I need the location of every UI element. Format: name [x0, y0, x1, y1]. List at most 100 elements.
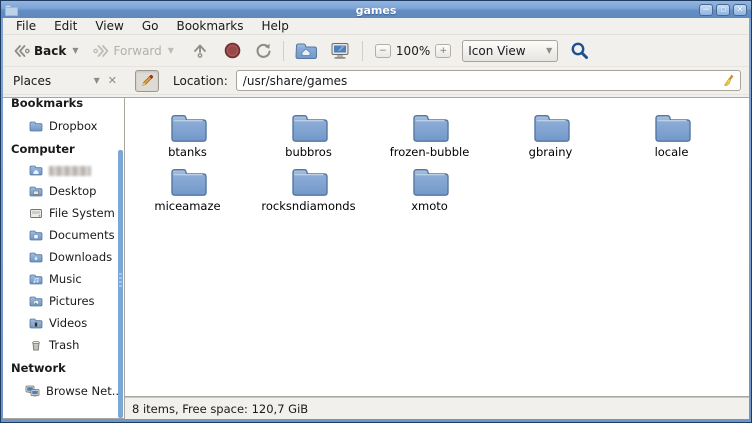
folder-icon: [290, 166, 328, 197]
menu-bookmarks[interactable]: Bookmarks: [167, 18, 252, 35]
places-label[interactable]: Places: [13, 74, 51, 88]
sidebar-item-home[interactable]: [3, 161, 124, 180]
toolbar: Back ▼ Forward ▼ − 100% +: [3, 35, 749, 67]
sidebar-item-browse-network[interactable]: Browse Net...: [3, 380, 124, 402]
reload-button[interactable]: [251, 39, 276, 62]
sidebar-item-trash[interactable]: Trash: [3, 334, 124, 356]
home-icon: [295, 42, 317, 59]
view-mode-value: Icon View: [468, 44, 540, 58]
up-button[interactable]: [188, 40, 212, 62]
back-label: Back: [34, 44, 66, 58]
search-icon: [570, 41, 589, 60]
sidebar-item-label: Downloads: [49, 250, 112, 264]
places-chevron-icon[interactable]: ▼: [94, 76, 100, 85]
sidebar-item-label: Music: [49, 272, 82, 286]
sidebar-header-computer: Computer: [3, 137, 124, 161]
clear-location-icon[interactable]: [722, 73, 737, 88]
places-close-icon[interactable]: ✕: [108, 74, 117, 87]
sidebar-item-desktop[interactable]: Desktop: [3, 180, 124, 202]
icon-view[interactable]: btanks bubbros frozen-bubble gbrainy: [125, 97, 749, 397]
file-folder-locale[interactable]: locale: [611, 110, 732, 159]
computer-icon: [329, 42, 351, 60]
file-folder-bubbros[interactable]: bubbros: [248, 110, 369, 159]
stop-button[interactable]: [220, 39, 245, 62]
forward-button[interactable]: Forward ▼: [89, 41, 178, 61]
edit-location-toggle[interactable]: [135, 70, 159, 92]
zoom-level: 100%: [396, 44, 430, 58]
folder-icon: [411, 166, 449, 197]
file-folder-rocksndiamonds[interactable]: rocksndiamonds: [248, 164, 369, 213]
combo-chevron-icon: ▼: [546, 46, 552, 55]
sidebar-header-bookmarks: Bookmarks: [3, 97, 124, 115]
forward-icon: [93, 44, 110, 58]
menu-file[interactable]: File: [7, 18, 45, 35]
downloads-folder-icon: [29, 252, 43, 263]
computer-button[interactable]: [325, 39, 355, 63]
view-mode-select[interactable]: Icon View ▼: [462, 40, 558, 62]
toolbar-separator: [283, 41, 284, 61]
desktop-folder-icon: [29, 186, 43, 197]
menu-edit[interactable]: Edit: [45, 18, 86, 35]
menu-view[interactable]: View: [86, 18, 132, 35]
sidebar-item-dropbox[interactable]: Dropbox: [3, 115, 124, 137]
sidebar-item-music[interactable]: Music: [3, 268, 124, 290]
search-button[interactable]: [566, 38, 593, 63]
folder-icon: [169, 112, 207, 143]
sidebar-scrollbar[interactable]: [118, 150, 123, 418]
file-folder-miceamaze[interactable]: miceamaze: [127, 164, 248, 213]
back-button[interactable]: Back ▼: [9, 41, 83, 61]
places-sidebar: Bookmarks Dropbox Computer Desktop File: [3, 97, 125, 419]
status-bar: 8 items, Free space: 120,7 GiB: [125, 397, 749, 419]
pictures-folder-icon: [29, 296, 43, 307]
stop-icon: [224, 42, 241, 59]
file-folder-btanks[interactable]: btanks: [127, 110, 248, 159]
sidebar-item-downloads[interactable]: Downloads: [3, 246, 124, 268]
back-chevron-icon[interactable]: ▼: [72, 46, 78, 55]
file-label: gbrainy: [529, 145, 573, 159]
sidebar-item-file-system[interactable]: File System: [3, 202, 124, 224]
folder-icon: [29, 121, 43, 132]
file-label: bubbros: [285, 145, 332, 159]
videos-folder-icon: [29, 318, 43, 329]
trash-icon: [29, 340, 43, 351]
drive-icon: [29, 208, 43, 219]
forward-chevron-icon[interactable]: ▼: [168, 46, 174, 55]
file-folder-gbrainy[interactable]: gbrainy: [490, 110, 611, 159]
folder-icon: [290, 112, 328, 143]
sidebar-item-videos[interactable]: Videos: [3, 312, 124, 334]
file-label: rocksndiamonds: [261, 199, 355, 213]
network-icon: [25, 385, 40, 397]
sidebar-item-pictures[interactable]: Pictures: [3, 290, 124, 312]
title-bar: games − ▫ ✕: [1, 1, 751, 18]
pencil-icon: [140, 74, 154, 88]
window-title: games: [1, 4, 751, 17]
location-input[interactable]: [236, 70, 741, 91]
sidebar-item-label: Documents: [49, 228, 115, 242]
places-header: Places ▼ ✕: [3, 74, 123, 88]
music-folder-icon: [29, 274, 43, 285]
file-label: miceamaze: [154, 199, 220, 213]
zoom-in-button[interactable]: +: [435, 44, 451, 58]
location-bar: Places ▼ ✕ Location:: [3, 67, 749, 95]
window-body: Bookmarks Dropbox Computer Desktop File: [3, 95, 749, 419]
file-label: xmoto: [411, 199, 448, 213]
forward-label: Forward: [114, 44, 162, 58]
file-folder-frozen-bubble[interactable]: frozen-bubble: [369, 110, 490, 159]
status-text: 8 items, Free space: 120,7 GiB: [132, 402, 308, 416]
sidebar-item-label: File System: [49, 206, 115, 220]
redacted-username: [49, 166, 91, 176]
sidebar-item-label: Pictures: [49, 294, 95, 308]
back-icon: [13, 44, 30, 58]
home-button[interactable]: [291, 39, 321, 62]
zoom-out-button[interactable]: −: [375, 44, 391, 58]
menu-go[interactable]: Go: [133, 18, 168, 35]
sidebar-item-label: Videos: [49, 316, 87, 330]
sidebar-item-documents[interactable]: Documents: [3, 224, 124, 246]
documents-folder-icon: [29, 230, 43, 241]
toolbar-separator: [362, 41, 363, 61]
file-folder-xmoto[interactable]: xmoto: [369, 164, 490, 213]
sidebar-item-label: Desktop: [49, 184, 96, 198]
file-label: frozen-bubble: [390, 145, 470, 159]
reload-icon: [255, 42, 272, 59]
menu-help[interactable]: Help: [253, 18, 298, 35]
